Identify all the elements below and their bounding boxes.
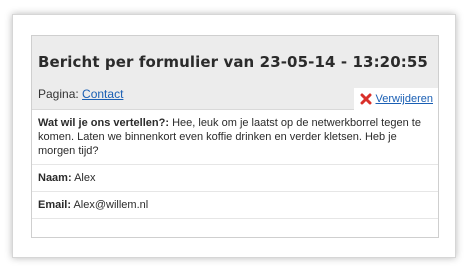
page-line: Pagina: Contact (38, 87, 124, 101)
message-title: Bericht per formulier van 23-05-14 - 13:… (38, 53, 428, 71)
field-row-email: Email: Alex@willem.nl (32, 192, 438, 219)
field-label: Email: (38, 199, 72, 211)
field-label: Naam: (38, 172, 72, 184)
field-value: Alex@willem.nl (73, 199, 149, 211)
delete-link[interactable]: Verwijderen (376, 93, 433, 105)
page-link-contact[interactable]: Contact (82, 87, 123, 101)
field-row-name: Naam: Alex (32, 165, 438, 192)
delete-action[interactable]: Verwijderen (353, 88, 438, 110)
field-label: Wat wil je ons vertellen?: (38, 117, 170, 129)
message-panel: Bericht per formulier van 23-05-14 - 13:… (12, 14, 456, 258)
field-value: Alex (74, 172, 96, 184)
close-x-icon[interactable] (360, 93, 372, 105)
page-label: Pagina (38, 87, 76, 101)
message-header: Bericht per formulier van 23-05-14 - 13:… (32, 36, 438, 110)
field-row-message: Wat wil je ons vertellen?: Hee, leuk om … (32, 110, 438, 165)
message-card: Bericht per formulier van 23-05-14 - 13:… (31, 35, 439, 238)
